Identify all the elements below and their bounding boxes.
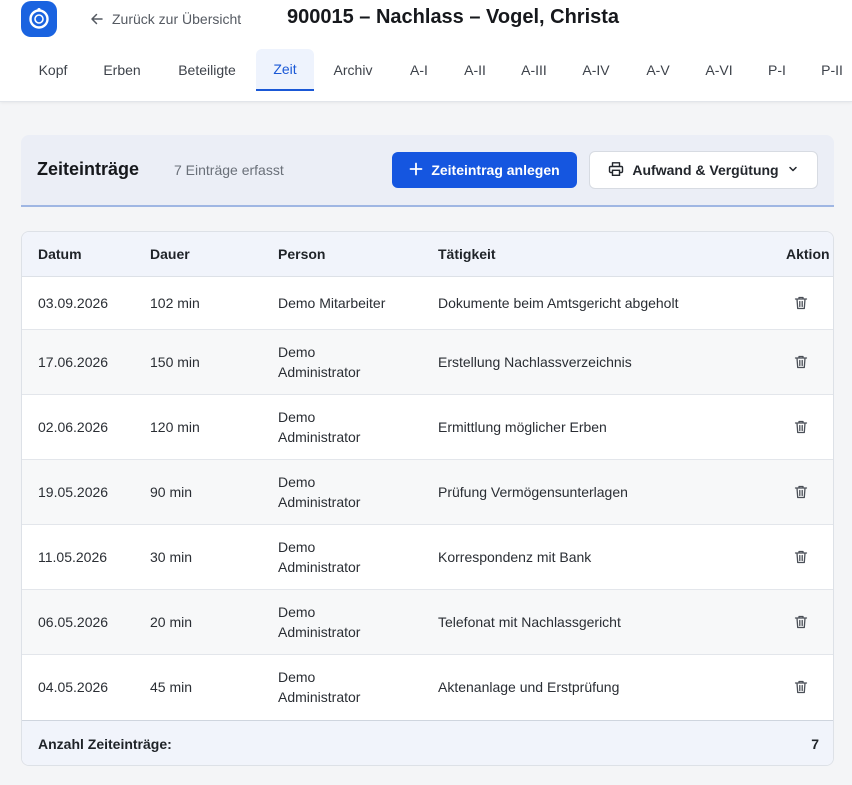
column-header-person: Person — [278, 246, 326, 262]
table-row: 06.05.2026 20 min Demo Administrator Tel… — [22, 590, 833, 655]
tab-a-ii[interactable]: A-II — [455, 49, 495, 91]
cell-taetigkeit: Aktenanlage und Erstprüfung — [438, 679, 620, 695]
section-title: Zeiteinträge — [37, 159, 140, 179]
cell-datum: 19.05.2026 — [38, 484, 109, 500]
cell-person: Demo Administrator — [278, 604, 361, 640]
trash-icon[interactable] — [793, 484, 809, 500]
cell-taetigkeit: Prüfung Vermögensunterlagen — [438, 484, 628, 500]
tab-beteiligte[interactable]: Beteiligte — [163, 49, 251, 91]
entry-count: 7 Einträge erfasst — [174, 162, 284, 178]
trash-icon[interactable] — [793, 295, 809, 311]
app-logo-icon[interactable] — [21, 1, 57, 37]
trash-icon[interactable] — [793, 354, 809, 370]
cell-taetigkeit: Korrespondenz mit Bank — [438, 549, 592, 565]
tab-a-iv[interactable]: A-IV — [574, 49, 618, 91]
cell-person: Demo Administrator — [278, 539, 361, 575]
tab-kopf[interactable]: Kopf — [22, 49, 84, 91]
cell-taetigkeit: Ermittlung möglicher Erben — [438, 419, 607, 435]
table-row: 17.06.2026 150 min Demo Administrator Er… — [22, 330, 833, 395]
trash-icon[interactable] — [793, 679, 809, 695]
cell-dauer: 30 min — [150, 549, 193, 565]
tab-archiv[interactable]: Archiv — [322, 49, 384, 91]
time-entries-table: Datum Dauer Person Tätigkeit Aktion 03.0… — [21, 231, 834, 766]
cell-person: Demo Administrator — [278, 409, 361, 445]
tab-a-v[interactable]: A-V — [637, 49, 679, 91]
chevron-down-icon — [787, 162, 799, 178]
cell-person: Demo Administrator — [278, 474, 361, 510]
table-row: 11.05.2026 30 min Demo Administrator Kor… — [22, 525, 833, 590]
back-link[interactable]: Zurück zur Übersicht — [90, 10, 241, 28]
add-time-entry-label: Zeiteintrag anlegen — [431, 162, 560, 178]
tab-zeit[interactable]: Zeit — [256, 49, 314, 91]
cell-dauer: 150 min — [150, 354, 200, 370]
cell-taetigkeit: Telefonat mit Nachlassgericht — [438, 614, 621, 630]
cell-person: Demo Administrator — [278, 669, 361, 705]
top-bar: Zurück zur Übersicht 900015 – Nachlass –… — [0, 0, 852, 102]
trash-icon[interactable] — [793, 549, 809, 565]
cell-dauer: 90 min — [150, 484, 193, 500]
trash-icon[interactable] — [793, 419, 809, 435]
arrow-left-icon — [90, 12, 104, 26]
plus-icon — [409, 162, 423, 179]
column-header-dauer: Dauer — [150, 246, 190, 262]
cell-taetigkeit: Erstellung Nachlassverzeichnis — [438, 354, 632, 370]
column-header-aktion: Aktion — [786, 246, 830, 262]
cell-person: Demo Administrator — [278, 344, 361, 380]
back-link-label: Zurück zur Übersicht — [112, 11, 242, 27]
page-title: 900015 – Nachlass – Vogel, Christa — [287, 6, 620, 28]
table-row: 19.05.2026 90 min Demo Administrator Prü… — [22, 460, 833, 525]
cell-datum: 03.09.2026 — [38, 295, 109, 311]
tab-a-iii[interactable]: A-III — [511, 49, 557, 91]
cell-dauer: 120 min — [150, 419, 200, 435]
table-footer: Anzahl Zeiteinträge: 7 — [22, 720, 833, 765]
printer-icon — [608, 161, 624, 180]
entry-total-value: 7 — [811, 736, 819, 752]
time-entries-header: Zeiteinträge 7 Einträge erfasst Zeiteint… — [21, 135, 834, 207]
tab-p-i[interactable]: P-I — [760, 49, 794, 91]
tab-p-ii[interactable]: P-II — [812, 49, 852, 91]
cell-datum: 11.05.2026 — [38, 549, 108, 565]
cell-dauer: 20 min — [150, 614, 193, 630]
cell-datum: 06.05.2026 — [38, 614, 109, 630]
cell-person: Demo Mitarbeiter — [278, 295, 386, 311]
trash-icon[interactable] — [793, 614, 809, 630]
table-row: 02.06.2026 120 min Demo Administrator Er… — [22, 395, 833, 460]
entry-total-label: Anzahl Zeiteinträge: — [38, 736, 172, 752]
cell-dauer: 45 min — [150, 679, 193, 695]
table-row: 03.09.2026 102 min Demo Mitarbeiter Doku… — [22, 277, 833, 330]
add-time-entry-button[interactable]: Zeiteintrag anlegen — [392, 152, 577, 188]
expense-compensation-button[interactable]: Aufwand & Vergütung — [589, 151, 818, 189]
column-header-taetigkeit: Tätigkeit — [438, 246, 496, 262]
column-header-datum: Datum — [38, 246, 82, 262]
table-row: 04.05.2026 45 min Demo Administrator Akt… — [22, 655, 833, 720]
expense-compensation-label: Aufwand & Vergütung — [632, 162, 779, 178]
tab-a-vi[interactable]: A-VI — [697, 49, 741, 91]
cell-datum: 02.06.2026 — [38, 419, 109, 435]
cell-taetigkeit: Dokumente beim Amtsgericht abgeholt — [438, 295, 679, 311]
cell-dauer: 102 min — [150, 295, 200, 311]
cell-datum: 04.05.2026 — [38, 679, 109, 695]
tab-erben[interactable]: Erben — [90, 49, 154, 91]
table-header: Datum Dauer Person Tätigkeit Aktion — [22, 232, 833, 277]
tab-a-i[interactable]: A-I — [400, 49, 438, 91]
cell-datum: 17.06.2026 — [38, 354, 109, 370]
tab-bar: Kopf Erben Beteiligte Zeit Archiv A-I A-… — [0, 49, 852, 91]
